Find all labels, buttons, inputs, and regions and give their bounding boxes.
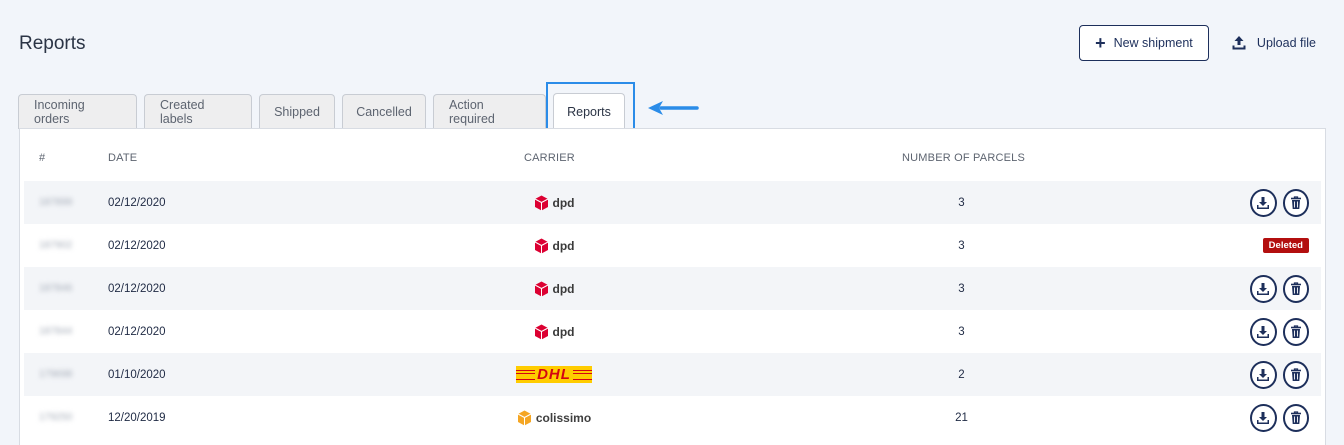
upload-file-label: Upload file: [1256, 36, 1316, 50]
table-row: 187902 02/12/2020 dpd 3 Deleted: [24, 224, 1321, 267]
tab-action-required[interactable]: Action required: [433, 94, 546, 129]
upload-icon: [1232, 36, 1246, 50]
delete-button[interactable]: [1282, 188, 1309, 217]
download-icon: [1257, 368, 1270, 381]
delete-button[interactable]: [1282, 274, 1309, 303]
trash-icon: [1290, 410, 1301, 424]
deleted-badge: Deleted: [1262, 238, 1309, 253]
plus-icon: +: [1095, 33, 1106, 53]
upload-file-button[interactable]: Upload file: [1231, 35, 1316, 51]
column-header-date: DATE: [108, 152, 138, 164]
row-date: 02/12/2020: [108, 282, 166, 295]
carrier-name: colissimo: [535, 410, 592, 425]
reports-table: # DATE CARRIER NUMBER OF PARCELS 187899 …: [19, 128, 1326, 445]
table-row: 187899 02/12/2020 dpd 3: [24, 181, 1321, 224]
row-id: 187844: [39, 326, 73, 337]
dpd-cube-icon: [534, 195, 548, 210]
new-shipment-label: New shipment: [1113, 36, 1193, 50]
carrier-name: dpd: [552, 195, 575, 210]
delete-button[interactable]: [1282, 360, 1309, 389]
row-parcels: 3: [958, 196, 965, 209]
download-icon: [1257, 325, 1270, 338]
download-icon: [1257, 411, 1270, 424]
new-shipment-button[interactable]: + New shipment: [1078, 25, 1209, 61]
delete-button[interactable]: [1282, 403, 1309, 432]
row-date: 02/12/2020: [108, 196, 166, 209]
tab-cancelled[interactable]: Cancelled: [342, 94, 426, 129]
colissimo-box-icon: [517, 410, 532, 425]
download-button[interactable]: [1250, 403, 1277, 432]
colissimo-logo: colissimo: [517, 410, 591, 426]
row-date: 12/20/2019: [108, 411, 166, 424]
trash-icon: [1290, 281, 1301, 295]
dhl-logo: DHL: [516, 366, 592, 383]
dpd-logo: dpd: [534, 324, 575, 340]
row-id: 187902: [39, 240, 73, 251]
download-icon: [1257, 282, 1270, 295]
table-header: # DATE CARRIER NUMBER OF PARCELS: [20, 129, 1325, 181]
carrier-name: dpd: [552, 281, 575, 296]
trash-icon: [1290, 324, 1301, 338]
carrier-name: dpd: [552, 324, 575, 339]
download-button[interactable]: [1250, 274, 1277, 303]
row-date: 02/12/2020: [108, 239, 166, 252]
row-id: 187899: [39, 197, 73, 208]
tab-bar: Incoming orders Created labels Shipped C…: [18, 93, 632, 129]
table-row: 179698 01/10/2020 DHL 2: [24, 353, 1321, 396]
column-header-carrier: CARRIER: [524, 152, 575, 164]
dpd-cube-icon: [534, 281, 548, 296]
delete-button[interactable]: [1282, 317, 1309, 346]
arrow-left-icon: [648, 101, 699, 115]
column-header-parcels: NUMBER OF PARCELS: [902, 152, 1025, 164]
trash-icon: [1290, 195, 1301, 209]
tab-incoming-orders[interactable]: Incoming orders: [18, 94, 137, 129]
row-id: 179698: [39, 369, 73, 380]
download-button[interactable]: [1250, 188, 1277, 217]
column-header-id: #: [39, 152, 46, 164]
row-parcels: 2: [958, 368, 965, 381]
download-button[interactable]: [1250, 317, 1277, 346]
carrier-name: dpd: [552, 238, 575, 253]
dpd-logo: dpd: [534, 238, 575, 254]
tab-reports[interactable]: Reports: [553, 93, 625, 129]
carrier-name: DHL: [535, 366, 573, 383]
table-row: 187844 02/12/2020 dpd 3: [24, 310, 1321, 353]
header-actions: + New shipment Upload file: [1078, 25, 1316, 61]
trash-icon: [1290, 367, 1301, 381]
page-title: Reports: [19, 33, 86, 54]
download-button[interactable]: [1250, 360, 1277, 389]
table-row: 179250 12/20/2019 colissimo 21: [24, 396, 1321, 439]
row-parcels: 3: [958, 239, 965, 252]
dpd-logo: dpd: [534, 195, 575, 211]
dpd-cube-icon: [534, 238, 548, 253]
dpd-logo: dpd: [534, 281, 575, 297]
tab-shipped[interactable]: Shipped: [259, 94, 335, 129]
download-icon: [1257, 196, 1270, 209]
row-date: 02/12/2020: [108, 325, 166, 338]
row-parcels: 3: [958, 282, 965, 295]
tab-created-labels[interactable]: Created labels: [144, 94, 252, 129]
row-id: 179250: [39, 412, 73, 423]
table-row: 187846 02/12/2020 dpd 3: [24, 267, 1321, 310]
row-date: 01/10/2020: [108, 368, 166, 381]
dpd-cube-icon: [534, 324, 548, 339]
row-parcels: 3: [958, 325, 965, 338]
row-id: 187846: [39, 283, 73, 294]
row-parcels: 21: [955, 411, 968, 424]
